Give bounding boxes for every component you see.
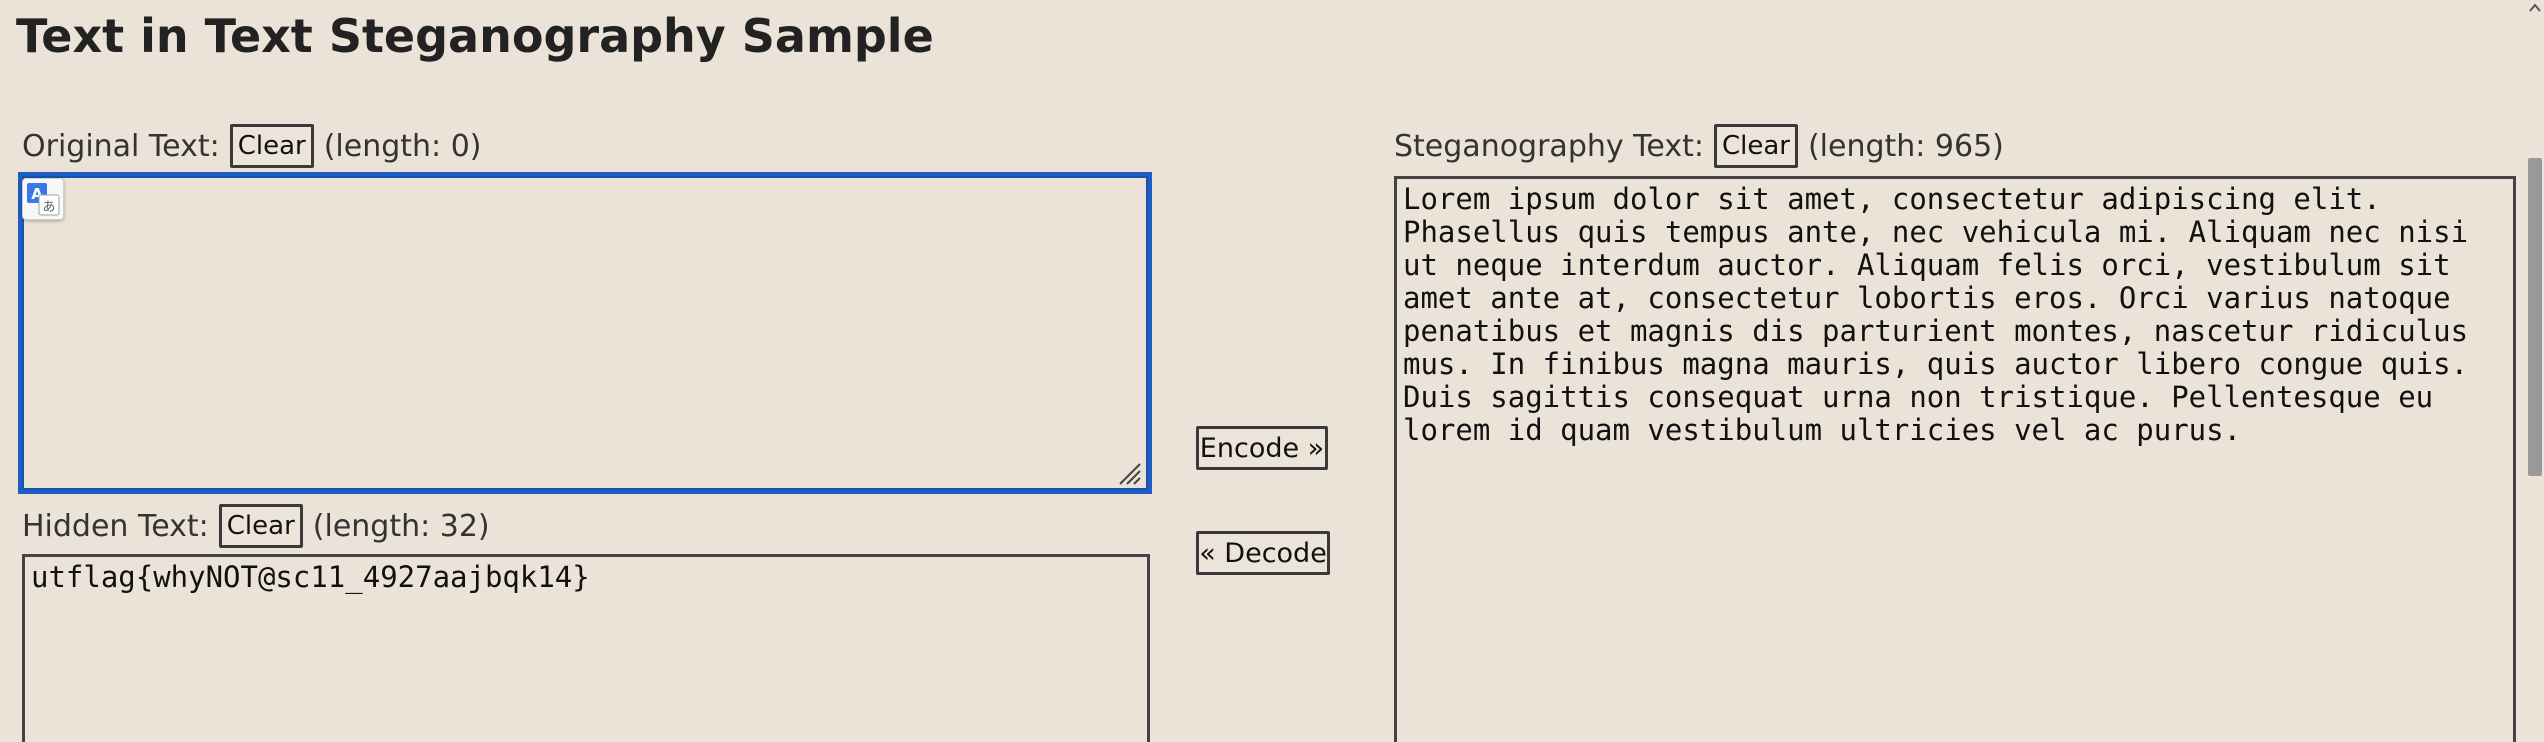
- original-length: (length: 0): [323, 128, 482, 164]
- original-text-area[interactable]: [18, 172, 1152, 494]
- original-text-label-row: Original Text: Clear (length: 0): [22, 122, 481, 170]
- hidden-text-label-row: Hidden Text: Clear (length: 32): [22, 502, 490, 550]
- hidden-text-label: Hidden Text:: [22, 508, 209, 544]
- original-text-label: Original Text:: [22, 128, 220, 164]
- scrollbar-thumb[interactable]: [2528, 158, 2542, 476]
- translate-icon[interactable]: A あ: [22, 178, 64, 220]
- steg-text-label-row: Steganography Text: Clear (length: 965): [1394, 122, 2004, 170]
- hidden-text-area[interactable]: utflag{whyNOT@sc11_4927aajbqk14}: [22, 554, 1150, 742]
- page-title: Text in Text Steganography Sample: [16, 9, 934, 63]
- hidden-clear-button[interactable]: Clear: [218, 504, 303, 548]
- scroll-up-icon[interactable]: [2528, 0, 2542, 16]
- steg-text-area[interactable]: Lorem ipsum dolor sit amet, consectetur …: [1394, 176, 2516, 742]
- resize-grip-icon[interactable]: [1114, 458, 1142, 486]
- page-scrollbar[interactable]: [2526, 0, 2544, 742]
- svg-text:あ: あ: [42, 200, 55, 215]
- decode-button[interactable]: « Decode: [1196, 531, 1330, 575]
- encode-button[interactable]: Encode »: [1196, 426, 1328, 470]
- steg-text-label: Steganography Text:: [1394, 128, 1704, 164]
- steg-clear-button[interactable]: Clear: [1713, 124, 1798, 168]
- steg-length: (length: 965): [1807, 128, 2004, 164]
- page: Text in Text Steganography Sample Origin…: [0, 0, 2544, 742]
- original-clear-button[interactable]: Clear: [229, 124, 314, 168]
- hidden-length: (length: 32): [312, 508, 490, 544]
